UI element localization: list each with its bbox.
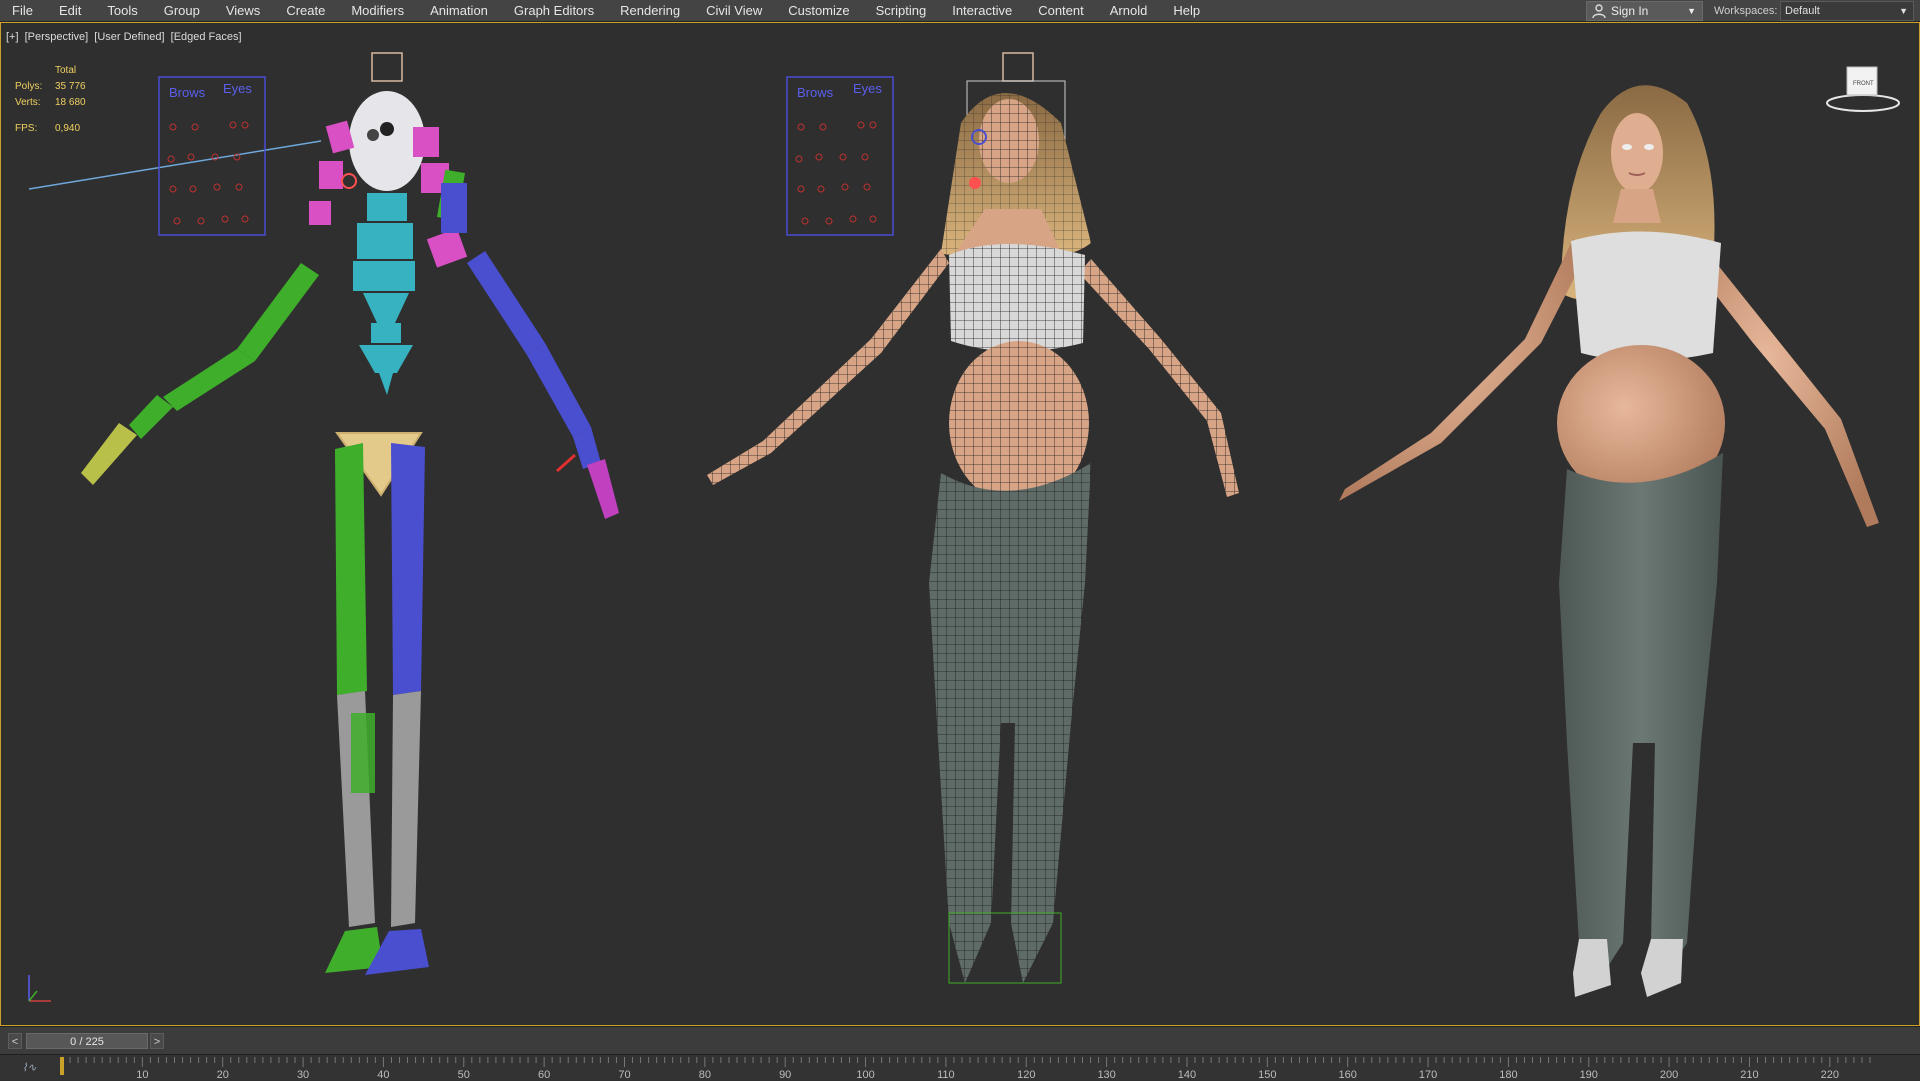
menu-views[interactable]: Views (213, 0, 273, 22)
user-icon (1592, 4, 1606, 19)
perspective-viewport[interactable]: [+] [Perspective] [User Defined] [Edged … (0, 22, 1920, 1026)
axis-tripod-icon (28, 975, 51, 1002)
ruler-label: 60 (538, 1069, 550, 1081)
biped-skeleton[interactable] (28, 52, 619, 975)
facial-control-panel-left[interactable]: Brows Eyes (158, 76, 266, 236)
ruler-label: 20 (217, 1069, 229, 1081)
sign-in-label: Sign In (1611, 4, 1649, 18)
ik-helper-line (28, 140, 322, 190)
spine-bones (353, 193, 415, 395)
ruler-label: 130 (1097, 1069, 1115, 1081)
ruler-label: 50 (458, 1069, 470, 1081)
workspaces-value: Default (1785, 5, 1820, 17)
menu-customize[interactable]: Customize (775, 0, 862, 22)
ruler-label: 210 (1740, 1069, 1758, 1081)
ruler-label: 120 (1017, 1069, 1035, 1081)
viewcube-label: FRONT (1853, 81, 1874, 87)
menu-civil-view[interactable]: Civil View (693, 0, 775, 22)
left-leg-bones (325, 443, 383, 973)
menu-animation[interactable]: Animation (417, 0, 501, 22)
ruler-label: 140 (1178, 1069, 1196, 1081)
right-leg-bones (365, 443, 429, 975)
workspaces-label: Workspaces: (1714, 5, 1778, 17)
neck-target-helper (341, 173, 357, 189)
ik-goal (556, 453, 576, 473)
viewcube-icon[interactable]: FRONT (1821, 57, 1905, 117)
ruler-label: 200 (1660, 1069, 1678, 1081)
ruler-label: 180 (1499, 1069, 1517, 1081)
ruler-label: 150 (1258, 1069, 1276, 1081)
brows-header-2: Brows (797, 85, 834, 100)
left-arm-bones (129, 169, 466, 439)
ruler-label: 100 (856, 1069, 874, 1081)
menu-tools[interactable]: Tools (94, 0, 150, 22)
track-bar[interactable]: ⌇∿ 10 20 30 40 50 60 70 80 90 100 110 120 130 140 150 1… (0, 1054, 1920, 1081)
right-arm-bones (441, 183, 601, 469)
chevron-down-icon: ▼ (1899, 6, 1908, 16)
menu-edit[interactable]: Edit (46, 0, 94, 22)
menu-arnold[interactable]: Arnold (1097, 0, 1161, 22)
ruler-label: 70 (618, 1069, 630, 1081)
menu-group[interactable]: Group (151, 0, 213, 22)
prev-frame-button[interactable]: < (8, 1033, 22, 1049)
ruler-label: 10 (136, 1069, 148, 1081)
eyes-header: Eyes (223, 81, 252, 96)
next-frame-button[interactable]: > (150, 1033, 164, 1049)
menu-create[interactable]: Create (273, 0, 338, 22)
eyes-header-2: Eyes (853, 81, 882, 96)
scene-canvas[interactable]: Brows Eyes Brows Eyes (1, 23, 1919, 1025)
menu-file[interactable]: File (0, 0, 46, 22)
ruler-label: 190 (1580, 1069, 1598, 1081)
brows-header: Brows (169, 85, 206, 100)
ruler-label: 90 (779, 1069, 791, 1081)
ruler-label: 80 (699, 1069, 711, 1081)
menu-modifiers[interactable]: Modifiers (338, 0, 417, 22)
menu-interactive[interactable]: Interactive (939, 0, 1025, 22)
time-slider[interactable]: < 0 / 225 > (0, 1026, 1920, 1054)
ruler-label: 160 (1339, 1069, 1357, 1081)
menu-scripting[interactable]: Scripting (863, 0, 940, 22)
menu-bar: File Edit Tools Group Views Create Modifiers An… (0, 0, 1920, 22)
menu-rendering[interactable]: Rendering (607, 0, 693, 22)
current-frame-marker[interactable] (60, 1057, 64, 1075)
left-hand-bones (81, 423, 137, 485)
sign-in-button[interactable]: Sign In ▼ (1586, 1, 1703, 21)
menu-content[interactable]: Content (1025, 0, 1097, 22)
right-hand-bones (587, 459, 619, 519)
facial-control-panel-middle[interactable]: Brows Eyes (786, 76, 894, 236)
ruler-label: 220 (1821, 1069, 1839, 1081)
ruler-label: 40 (377, 1069, 389, 1081)
menu-graph-editors[interactable]: Graph Editors (501, 0, 607, 22)
menu-help[interactable]: Help (1160, 0, 1213, 22)
main-menu: File Edit Tools Group Views Create Modifiers An… (0, 0, 1213, 22)
chevron-down-icon: ▼ (1687, 6, 1696, 16)
frame-indicator[interactable]: 0 / 225 (26, 1033, 148, 1049)
timeline-ruler[interactable]: 10 20 30 40 50 60 70 80 90 100 110 120 130 140 150 160 1… (0, 1055, 1920, 1081)
head-helper-box (371, 52, 403, 82)
workspaces-dropdown[interactable]: Default ▼ (1780, 1, 1914, 21)
ruler-label: 170 (1419, 1069, 1437, 1081)
shaded-character[interactable] (1339, 85, 1879, 997)
ruler-label: 30 (297, 1069, 309, 1081)
ruler-label: 110 (937, 1069, 955, 1081)
